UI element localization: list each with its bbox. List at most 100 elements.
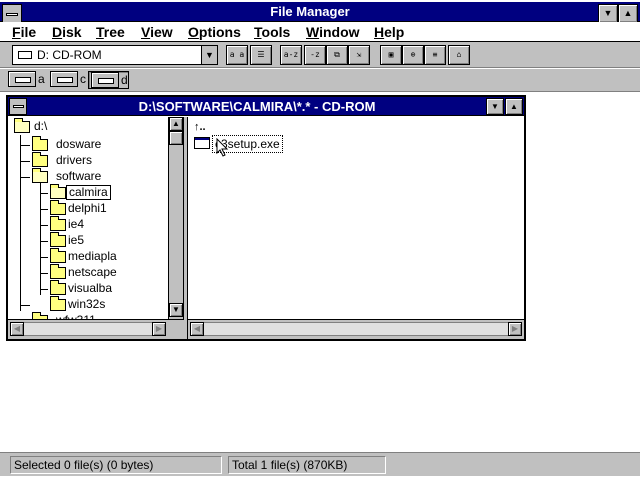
directory-window-title-bar[interactable]: D:\SOFTWARE\CALMIRA\*.* - CD-ROM ▼ ▲ [8,97,524,116]
child-minimize-button[interactable]: ▼ [486,98,504,115]
folder-icon [32,152,48,167]
tree-item-label: netscape [68,265,117,279]
large-icons-view-icon: a a [229,50,245,59]
folder-icon [50,280,66,295]
menu-file[interactable]: File [12,24,36,40]
scroll-left-button[interactable]: ◀ [190,322,204,336]
menu-label: isk [62,24,82,40]
child-system-menu-button[interactable] [9,98,27,115]
arrow-left-icon: ◀ [13,324,21,333]
directory-window: D:\SOFTWARE\CALMIRA\*.* - CD-ROM ▼ ▲ d:\… [6,95,526,341]
scroll-track[interactable] [24,322,152,336]
menu-accel: W [306,24,320,40]
folder-open-icon [50,184,66,199]
child-maximize-button[interactable]: ▲ [505,98,523,115]
drive-select[interactable]: D: CD-ROM ▼ [12,45,218,65]
connect-drive-button[interactable]: ▣ [380,45,402,65]
minimize-icon: ▼ [603,8,613,18]
drive-letter: a [38,72,45,86]
menu-label: ptions [198,24,241,40]
sort-by-type-icon: -z [310,50,320,59]
maximize-icon: ▲ [623,8,633,18]
menu-label: elp [384,24,405,40]
menu-label: ile [20,24,37,40]
directory-window-title: D:\SOFTWARE\CALMIRA\*.* - CD-ROM [138,99,376,114]
executable-icon [194,137,210,149]
maximize-icon: ▲ [510,102,518,111]
scroll-track[interactable] [204,322,508,336]
sort-by-type-button[interactable]: -z [304,45,326,65]
properties-icon: ≡ [432,50,438,59]
mouse-pointer-icon [216,138,229,157]
arrow-left-icon: ◀ [193,324,201,333]
status-selected: Selected 0 file(s) (0 bytes) [10,456,222,474]
drive-bar: a c d [0,69,640,92]
folder-icon [32,136,48,151]
file-horizontal-scrollbar[interactable]: ◀ ▶ [188,319,524,339]
drive-d[interactable]: d [88,71,129,89]
drive-select-dropdown[interactable]: ▼ [201,46,217,64]
menu-tools[interactable]: Tools [254,24,290,40]
list-view-button[interactable]: ☰ [250,45,272,65]
folder-icon [50,232,66,247]
copy-button[interactable]: ⧉ [326,45,348,65]
folder-icon [50,248,66,263]
menu-window[interactable]: Window [306,24,360,40]
maximize-button[interactable]: ▲ [618,4,638,23]
menu-options[interactable]: Options [188,24,241,40]
scroll-up-button[interactable]: ▲ [169,117,183,131]
directory-tree: d:\ dosware drivers software calmira del… [8,117,168,319]
tree-item-label: ie4 [68,217,85,231]
minimize-icon: ▼ [491,102,499,111]
app-title-bar[interactable]: File Manager ▼ ▲ [0,2,640,24]
scroll-left-button[interactable]: ◀ [10,322,24,336]
status-total: Total 1 file(s) (870KB) [228,456,386,474]
folder-icon [50,296,66,311]
menu-view[interactable]: View [141,24,173,40]
menu-accel: T [254,24,262,40]
drive-c[interactable]: c [48,71,86,89]
properties-button[interactable]: ≡ [424,45,446,65]
drive-select-value: D: CD-ROM [37,48,102,62]
folder-open-icon [14,118,30,133]
scroll-down-button[interactable]: ▼ [169,303,183,317]
minimize-button[interactable]: ▼ [598,4,618,23]
drive-a[interactable]: a [6,71,45,89]
scroll-right-button[interactable]: ▶ [508,322,522,336]
cdrom-drive-icon [91,72,119,88]
tree-item-label: drivers [56,153,93,167]
folder-icon [50,216,66,231]
menu-tree[interactable]: Tree [96,24,125,40]
menu-label: indow [319,24,360,40]
menu-accel: T [96,24,104,40]
tree-item-label: dosware [56,137,102,151]
tree-horizontal-scrollbar[interactable]: ◀ ▶ [8,319,184,339]
hard-drive-icon [50,71,78,87]
sort-by-name-icon: a-z [283,50,299,59]
toolbar: D: CD-ROM ▼ a a ☰ a-z -z ⧉ ⇲ ▣ ⊕ ≡ ⌂ [0,42,640,68]
share-button[interactable]: ⊕ [402,45,424,65]
menu-help[interactable]: Help [374,24,404,40]
sort-by-name-button[interactable]: a-z [280,45,302,65]
folder-icon [50,200,66,215]
copy-icon: ⧉ [334,50,340,59]
network-button[interactable]: ⌂ [448,45,470,65]
drive-letter: d [121,73,128,87]
tree-item-label: d:\ [34,119,48,133]
arrow-right-icon: ▶ [155,324,163,333]
file-manager-window: File Manager ▼ ▲ File Disk Tree View Opt… [0,0,640,480]
parent-directory-label: ↑.. [194,121,206,133]
scroll-right-button[interactable]: ▶ [152,322,166,336]
scroll-thumb[interactable] [169,131,183,145]
tree-vertical-scrollbar[interactable]: ▲ ▼ [168,117,184,319]
system-menu-icon [13,105,24,108]
large-icons-view-button[interactable]: a a [226,45,248,65]
menu-disk[interactable]: Disk [52,24,82,40]
menu-accel: V [141,24,151,40]
menu-accel: O [188,24,199,40]
arrow-right-icon: ▶ [511,324,519,333]
system-menu-button[interactable] [2,4,22,24]
folder-open-icon [32,168,48,183]
menu-accel: F [12,24,21,40]
move-button[interactable]: ⇲ [348,45,370,65]
